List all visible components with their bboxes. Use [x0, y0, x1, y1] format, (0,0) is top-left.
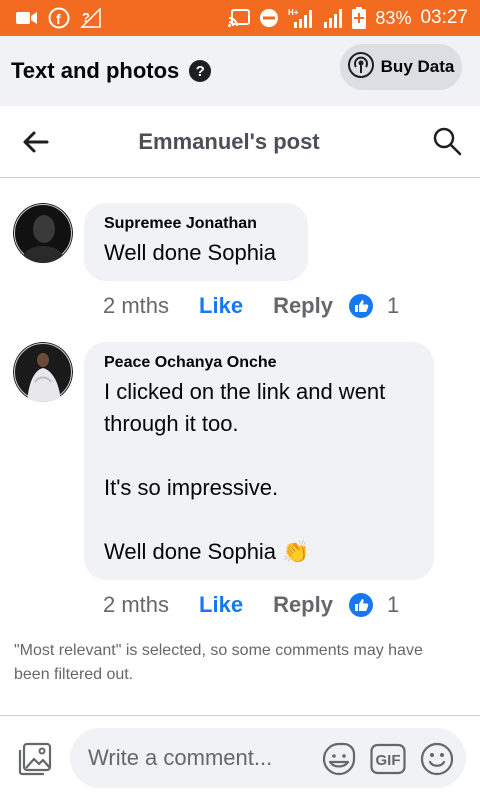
like-reaction-icon[interactable] — [348, 593, 373, 617]
comment-author[interactable]: Peace Ochanya Onche — [104, 354, 414, 372]
svg-text:?: ? — [82, 10, 90, 25]
facebook-icon: f — [48, 7, 70, 29]
status-bar: f ? H+ 83% 03:27 — [0, 0, 480, 36]
like-button[interactable]: Like — [199, 592, 243, 618]
filter-note: "Most relevant" is selected, so some com… — [14, 642, 423, 683]
back-arrow-icon[interactable] — [22, 128, 50, 161]
comment-bubble[interactable]: Peace Ochanya Onche I clicked on the lin… — [84, 342, 434, 580]
battery-icon — [352, 7, 367, 29]
comment-actions: 2 mths Like Reply 1 — [103, 293, 399, 319]
like-button[interactable]: Like — [199, 293, 243, 319]
gif-label: GIF — [376, 752, 401, 769]
sticker-icon[interactable] — [322, 742, 356, 781]
gif-icon[interactable]: GIF — [370, 743, 406, 780]
partial-like-reaction-icon — [358, 179, 382, 188]
comments-list: Supremee Jonathan Well done Sophia 2 mth… — [0, 179, 480, 715]
comment-actions: 2 mths Like Reply 1 — [103, 592, 399, 618]
svg-text:H+: H+ — [288, 8, 299, 17]
comment-composer: GIF — [0, 715, 480, 800]
cast-icon — [228, 9, 251, 27]
signal-unknown-icon: ? — [80, 8, 102, 28]
comment-timestamp: 2 mths — [103, 293, 170, 318]
reply-button[interactable]: Reply — [273, 592, 333, 618]
comment-input-box[interactable]: GIF — [70, 728, 466, 788]
comment-timestamp: 2 mths — [103, 592, 170, 617]
avatar[interactable] — [13, 342, 73, 402]
post-header: Emmanuel's post — [0, 106, 480, 178]
battery-percentage: 83% — [375, 7, 412, 28]
do-not-disturb-icon — [259, 8, 279, 28]
video-icon — [16, 10, 38, 26]
comment-author[interactable]: Supremee Jonathan — [104, 215, 288, 233]
comment-text-container: I clicked on the link and went through i… — [104, 376, 414, 568]
app-title: Text and photos — [11, 58, 180, 83]
svg-text:f: f — [56, 11, 61, 27]
reply-button[interactable]: Reply — [273, 293, 333, 319]
buy-data-button[interactable]: Buy Data — [340, 44, 462, 90]
h-plus-signal-icon: H+ — [288, 7, 314, 29]
clock: 03:27 — [420, 7, 468, 28]
help-icon[interactable]: ? — [189, 60, 212, 82]
reaction-count[interactable]: 1 — [387, 592, 399, 618]
comment-text: Well done Sophia — [104, 240, 277, 265]
comment-input[interactable] — [88, 745, 318, 771]
clapping-hands-emoji: 👏 — [282, 539, 310, 564]
like-reaction-icon[interactable] — [348, 294, 373, 318]
broadcast-icon — [347, 51, 374, 83]
signal-icon — [323, 8, 343, 28]
app-header: Text and photos ? Buy Data — [0, 36, 480, 106]
avatar[interactable] — [13, 203, 73, 263]
search-icon[interactable] — [432, 126, 462, 161]
comment-bubble[interactable]: Supremee Jonathan Well done Sophia — [84, 203, 308, 281]
comment-text: I clicked on the link and went through i… — [104, 379, 386, 564]
emoji-icon[interactable] — [420, 742, 454, 781]
buy-data-label: Buy Data — [380, 57, 455, 76]
reaction-count[interactable]: 1 — [387, 293, 399, 319]
post-title: Emmanuel's post — [138, 128, 320, 154]
partial-previous-actions — [260, 179, 320, 191]
photo-icon[interactable] — [18, 742, 52, 781]
